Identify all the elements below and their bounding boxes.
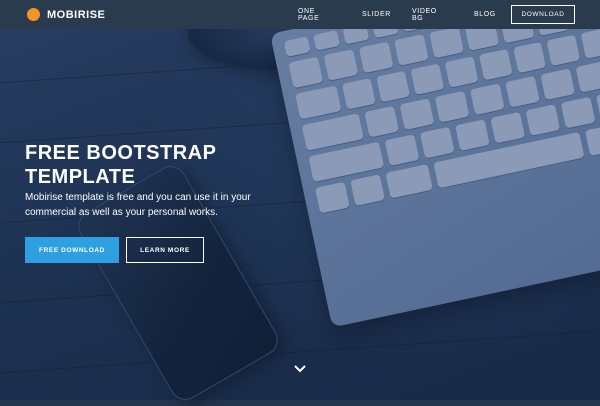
learn-more-button[interactable]: LEARN MORE bbox=[126, 237, 204, 263]
chevron-down-icon[interactable] bbox=[292, 362, 308, 376]
hero-title-line2: TEMPLATE bbox=[25, 166, 136, 188]
hero-title-line1: FREE BOOTSTRAP bbox=[25, 142, 217, 164]
free-download-button[interactable]: FREE DOWNLOAD bbox=[25, 237, 119, 263]
download-button[interactable]: DOWNLOAD bbox=[511, 5, 575, 24]
hero-title: FREE BOOTSTRAP TEMPLATE bbox=[25, 141, 285, 189]
nav-link-blog[interactable]: BLOG bbox=[474, 11, 496, 18]
nav-link-one-page[interactable]: ONE PAGE bbox=[298, 8, 319, 22]
brand[interactable]: MOBIRISE bbox=[27, 8, 105, 21]
logo-icon bbox=[27, 8, 40, 21]
nav-link-video-bg[interactable]: VIDEO BG bbox=[412, 8, 437, 22]
hero-subtitle-line1: Mobirise template is free and you can us… bbox=[25, 192, 251, 203]
brand-name: MOBIRISE bbox=[47, 8, 106, 21]
hero-subtitle: Mobirise template is free and you can us… bbox=[25, 190, 265, 220]
hero-subtitle-line2: commercial as well as your personal work… bbox=[25, 207, 218, 218]
nav-link-slider[interactable]: SLIDER bbox=[362, 11, 391, 18]
navbar: MOBIRISE ONE PAGE SLIDER VIDEO BG BLOG D… bbox=[0, 0, 600, 29]
